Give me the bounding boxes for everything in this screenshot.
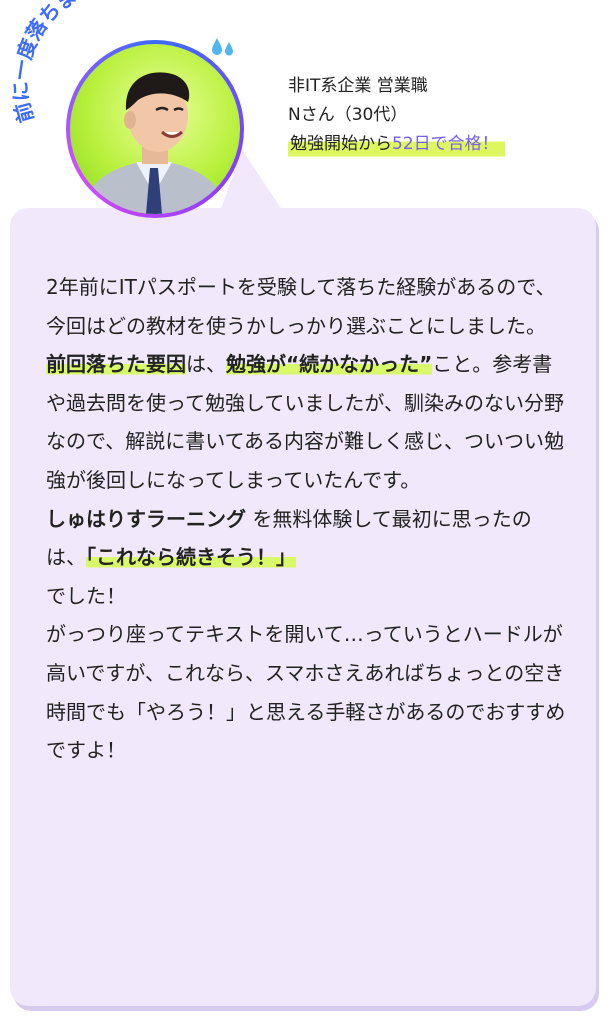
profile-name: Nさん（30代） <box>288 105 408 125</box>
testimonial-body: 2年前にITパスポートを受験して落ちた経験があるので、今回はどの教材を使うかしっ… <box>46 268 566 770</box>
badge-label: 前に一度落ちました <box>8 0 118 125</box>
result-highlight: 52日で合格！ <box>392 134 499 154</box>
paragraph-4: がっつり座ってテキストを開いて…っていうとハードルが高いですが、これなら、スマホ… <box>46 622 566 763</box>
badge-arc: 前に一度落ちました <box>6 0 120 127</box>
paragraph-1: 2年前にITパスポートを受験して落ちた経験があるので、今回はどの教材を使うかしっ… <box>46 275 556 338</box>
profile-company: 非IT系企業 営業職 <box>288 76 428 96</box>
profile-info: 非IT系企業 営業職 Nさん（30代） 勉強開始から52日で合格！ <box>288 72 505 159</box>
paragraph-3: しゅはりすラーニング を無料体験して最初に思ったのは、「これなら続きそう！」 でし… <box>46 506 532 608</box>
paragraph-2: 前回落ちた要因は、勉強が“続かなかった”こと。参考書や過去問を使って勉強していま… <box>46 352 564 492</box>
sweat-drops-icon <box>212 38 233 56</box>
quote-highlight: 「これなら続きそう！」 <box>86 545 296 570</box>
profile-result: 勉強開始から52日で合格！ <box>288 130 505 159</box>
